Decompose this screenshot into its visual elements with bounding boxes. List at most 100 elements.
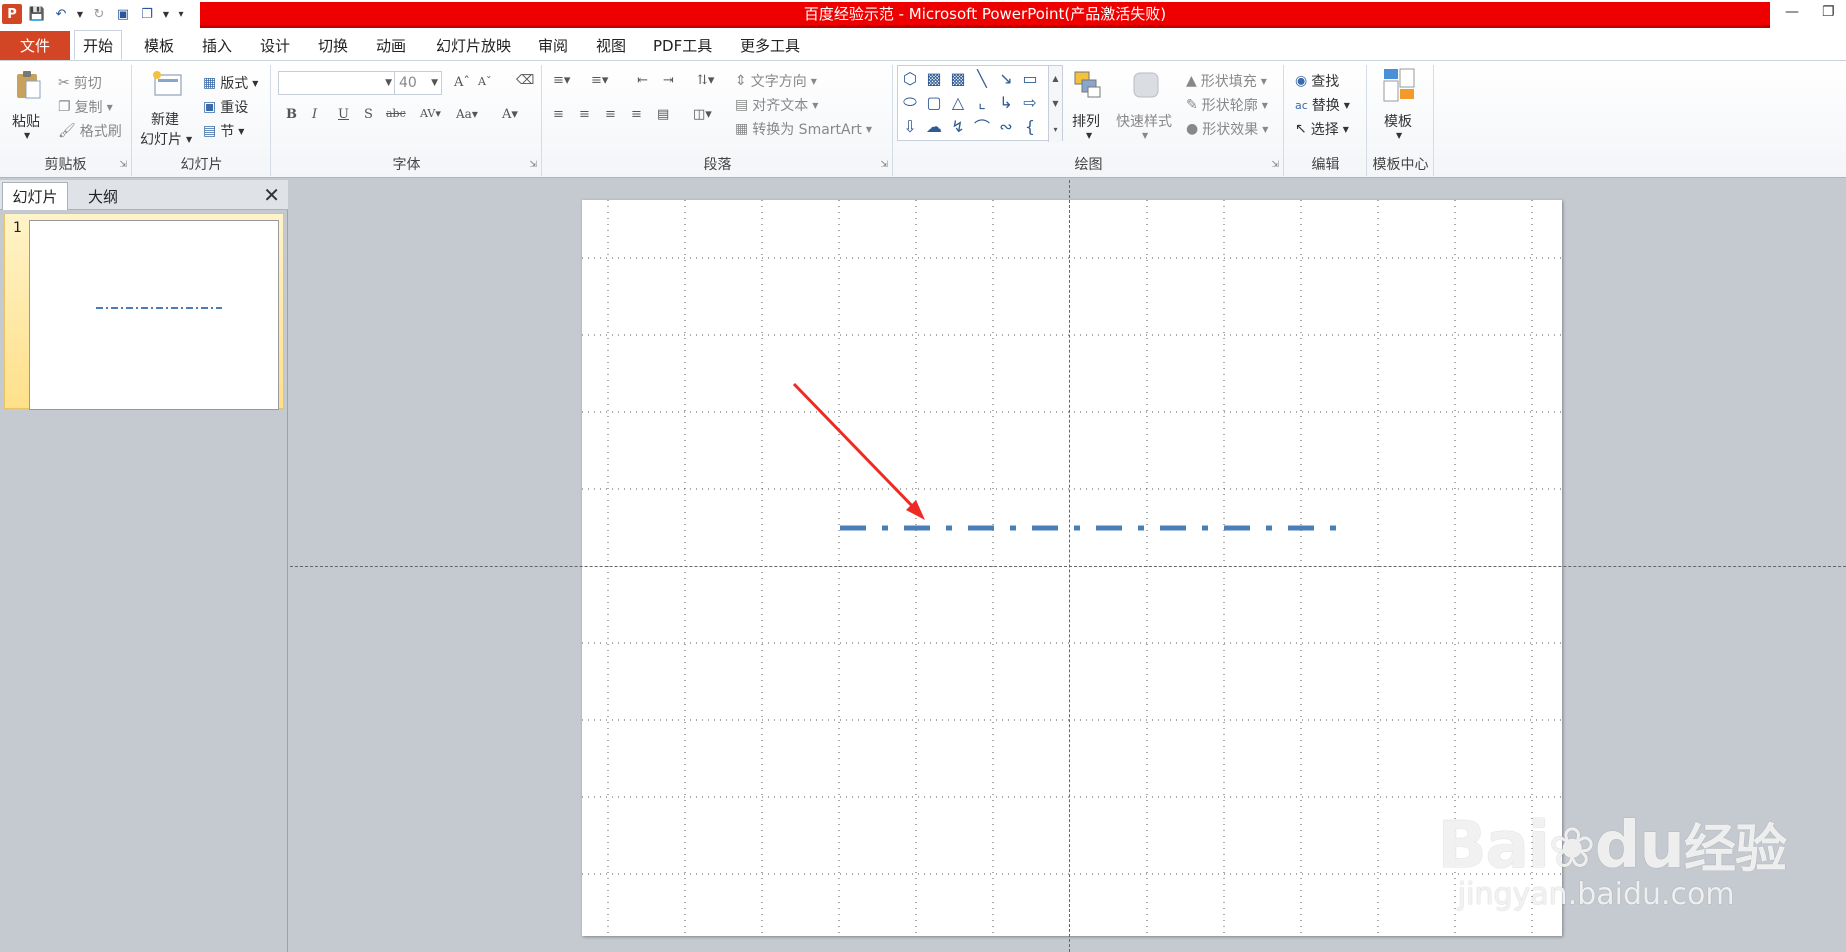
shapes-gallery[interactable]: ⬡ ▩ ▩ ╲ ↘ ▭ ⬭ ▢ △ ⌞ ↳ ⇨ ⇩ ☁ ↯ ⌒ ∾ { ▲ ▼ ▾ (897, 65, 1063, 142)
tab-pdf-tools[interactable]: PDF工具 (645, 30, 720, 60)
columns-icon[interactable]: ◫▾ (693, 107, 712, 122)
tab-slideshow[interactable]: 幻灯片放映 (428, 30, 519, 60)
select-button[interactable]: ↖ 选择 ▼ (1295, 119, 1349, 139)
slide-thumbnail-item[interactable]: 1 (4, 213, 284, 410)
curve-shape-icon[interactable]: ∾ (996, 116, 1016, 136)
format-painter-button[interactable]: 🖌 格式刷 (58, 121, 122, 141)
textbox-shape-icon[interactable]: ▩ (924, 68, 944, 88)
grow-font-icon[interactable]: Aˆ (454, 75, 470, 90)
new-slide-dropdown[interactable]: 幻灯片 ▼ (140, 129, 192, 149)
paste-icon[interactable] (12, 69, 44, 101)
close-icon[interactable]: ✕ (263, 183, 280, 207)
vertical-textbox-shape-icon[interactable]: ▩ (948, 68, 968, 88)
paste-button[interactable]: 粘贴 (12, 111, 40, 131)
font-size-combobox[interactable]: 40 ▼ (394, 71, 442, 95)
tab-template[interactable]: 模板 (136, 30, 182, 60)
change-case-icon[interactable]: Aa▾ (456, 107, 478, 121)
template-button[interactable]: 模板 (1384, 111, 1412, 131)
oval-shape-icon[interactable]: ⬭ (900, 92, 920, 112)
tab-file[interactable]: 文件 (0, 31, 70, 60)
tab-review[interactable]: 审阅 (530, 30, 576, 60)
shadow-icon[interactable]: S (364, 107, 373, 122)
redo-icon[interactable]: ↻ (90, 5, 108, 23)
shape-effects-button[interactable]: ● 形状效果 ▼ (1186, 119, 1268, 139)
right-arrow-shape-icon[interactable]: ⇨ (1020, 92, 1040, 112)
more-icon[interactable]: ▾ (1053, 125, 1057, 134)
chevron-down-icon[interactable]: ▼ (1052, 99, 1058, 108)
powerpoint-app-icon[interactable]: P (2, 4, 22, 24)
clear-formatting-icon[interactable]: ⌫ (516, 73, 534, 88)
convert-smartart-button[interactable]: ▦ 转换为 SmartArt ▼ (735, 119, 872, 139)
line-spacing-icon[interactable]: ⇅▾ (697, 73, 714, 88)
shapes-scroll[interactable]: ▲ ▼ ▾ (1048, 66, 1062, 142)
replace-button[interactable]: ac 替换 ▼ (1295, 95, 1350, 115)
horizontal-guide[interactable] (290, 566, 1846, 567)
dialog-launcher-icon[interactable]: ⇲ (529, 160, 537, 170)
minimize-icon[interactable]: — (1785, 4, 1799, 20)
align-right-icon[interactable]: ≡ (605, 107, 616, 122)
arrow-line-shape-icon[interactable]: ↘ (996, 68, 1016, 88)
shrink-font-icon[interactable]: Aˇ (478, 75, 491, 88)
customize-toolbar-icon[interactable]: ▾ (176, 5, 186, 23)
chevron-up-icon[interactable]: ▲ (1052, 74, 1058, 83)
paste-dropdown[interactable]: ▼ (24, 131, 30, 140)
shape-outline-button[interactable]: ✎ 形状轮廓 ▼ (1186, 95, 1268, 115)
shape-fill-button[interactable]: ▲ 形状填充 ▼ (1186, 71, 1267, 91)
hexagon-shape-icon[interactable]: ⬡ (900, 68, 920, 88)
elbow-arrow-shape-icon[interactable]: ↳ (996, 92, 1016, 112)
dialog-launcher-icon[interactable]: ⇲ (119, 160, 127, 170)
font-color-icon[interactable]: A▾ (502, 107, 518, 122)
down-arrow-shape-icon[interactable]: ⇩ (900, 116, 920, 136)
align-center-icon[interactable]: ≡ (579, 107, 590, 122)
quick-styles-dropdown[interactable]: ▼ (1142, 131, 1148, 140)
tab-more-tools[interactable]: 更多工具 (732, 30, 808, 60)
callout-shape-icon[interactable]: ☁ (924, 116, 944, 136)
find-button[interactable]: ◉ 查找 (1295, 71, 1339, 91)
dialog-launcher-icon[interactable]: ⇲ (880, 160, 888, 170)
triangle-shape-icon[interactable]: △ (948, 92, 968, 112)
arc-shape-icon[interactable]: ⌒ (972, 116, 992, 137)
save-icon[interactable]: 💾 (28, 5, 46, 23)
tab-animations[interactable]: 动画 (368, 30, 414, 60)
tab-home[interactable]: 开始 (74, 30, 123, 60)
tab-design[interactable]: 设计 (252, 30, 298, 60)
slide-thumbnail[interactable] (29, 220, 279, 410)
template-dropdown[interactable]: ▼ (1396, 131, 1402, 140)
elbow-connector-shape-icon[interactable]: ⌞ (972, 92, 992, 112)
arrange-icon[interactable] (1072, 69, 1104, 101)
rounded-rect-shape-icon[interactable]: ▢ (924, 92, 944, 112)
slide-canvas[interactable] (582, 200, 1562, 936)
justify-icon[interactable]: ≡ (631, 107, 642, 122)
bold-icon[interactable]: B (286, 107, 297, 122)
undo-icon[interactable]: ↶ (52, 5, 70, 23)
rectangle-shape-icon[interactable]: ▭ (1020, 68, 1040, 88)
text-direction-button[interactable]: ⇕ 文字方向 ▼ (735, 71, 817, 91)
char-spacing-icon[interactable]: AV▾ (420, 107, 441, 120)
layout-button[interactable]: ▦ 版式 ▼ (203, 73, 258, 93)
italic-icon[interactable]: I (312, 107, 317, 122)
increase-indent-icon[interactable]: ⇥ (663, 73, 674, 88)
tab-transitions[interactable]: 切换 (310, 30, 356, 60)
lightning-shape-icon[interactable]: ↯ (948, 116, 968, 136)
decrease-indent-icon[interactable]: ⇤ (637, 73, 648, 88)
tab-insert[interactable]: 插入 (194, 30, 240, 60)
new-slide-icon[interactable]: ▣ (114, 5, 132, 23)
new-slide-icon[interactable] (151, 69, 183, 101)
bullets-icon[interactable]: ≡▾ (553, 73, 570, 88)
line-shape-icon[interactable]: ╲ (972, 68, 992, 88)
reset-button[interactable]: ▣ 重设 (203, 97, 248, 117)
chevron-down-icon[interactable]: ▼ (162, 5, 170, 23)
underline-icon[interactable]: U (338, 107, 349, 122)
template-icon[interactable] (1382, 67, 1418, 107)
align-text-button[interactable]: ▤ 对齐文本 ▼ (735, 95, 818, 115)
new-slide-button[interactable]: 新建 (151, 109, 179, 129)
quick-styles-button[interactable]: 快速样式 (1116, 111, 1172, 131)
tab-outline-pane[interactable]: 大纲 (70, 182, 136, 210)
align-left-icon[interactable]: ≡ (553, 107, 564, 122)
tab-view[interactable]: 视图 (588, 30, 634, 60)
cut-button[interactable]: ✂ 剪切 (58, 73, 102, 93)
section-button[interactable]: ▤ 节 ▼ (203, 121, 244, 141)
chevron-down-icon[interactable]: ▼ (76, 5, 84, 23)
distributed-icon[interactable]: ▤ (657, 107, 669, 122)
arrange-button[interactable]: 排列 (1072, 111, 1100, 131)
